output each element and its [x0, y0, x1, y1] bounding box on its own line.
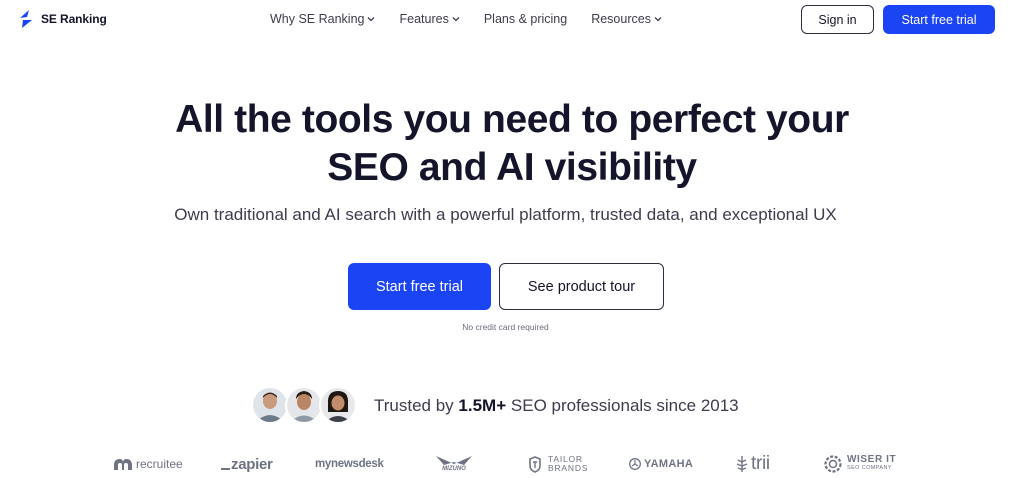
- wiser-gear-brain-icon: [824, 455, 842, 473]
- trusted-count: 1.5M+: [458, 396, 507, 415]
- brand-name: recruitee: [136, 457, 183, 471]
- chevron-down-icon: [654, 17, 662, 22]
- sign-in-button[interactable]: Sign in: [801, 5, 874, 34]
- mizuno-runbird-icon: [436, 456, 472, 465]
- no-credit-card-note: No credit card required: [462, 322, 549, 332]
- trusted-prefix: Trusted by: [374, 396, 454, 415]
- brand-name: trii: [751, 453, 770, 474]
- trusted-by-text: Trusted by 1.5M+ SEO professionals since…: [374, 396, 739, 416]
- nav-resources[interactable]: Resources: [591, 12, 662, 26]
- logo-text: SE Ranking: [41, 12, 107, 26]
- tailor-brands-icon: [529, 455, 541, 473]
- logo-yamaha: YAMAHA: [629, 452, 693, 476]
- nav-label: Features: [399, 12, 449, 26]
- nav-label: Resources: [591, 12, 651, 26]
- logo-icon: [20, 10, 32, 28]
- zapier-underscore-icon: [221, 468, 230, 470]
- brand-name: mynewsdesk: [315, 458, 384, 470]
- wiser-wordmark: WISER IT SEO COMPANY: [847, 455, 896, 473]
- nav-why-se-ranking[interactable]: Why SE Ranking: [270, 12, 375, 26]
- person-avatar-icon: [287, 388, 321, 422]
- product-tour-button[interactable]: See product tour: [499, 263, 664, 310]
- logo-zapier: zapier: [221, 452, 273, 476]
- brand-name: zapier: [231, 455, 273, 473]
- logo-wiser-it: WISER IT SEO COMPANY: [823, 452, 896, 476]
- trusted-suffix: SEO professionals since 2013: [510, 396, 739, 415]
- avatar: [319, 386, 357, 424]
- logo-tailor-brands: TAILOR BRANDS: [527, 452, 588, 476]
- nav-features[interactable]: Features: [399, 12, 460, 26]
- hero-start-trial-button[interactable]: Start free trial: [348, 263, 491, 310]
- header-start-trial-button[interactable]: Start free trial: [883, 5, 995, 34]
- hero-title: All the tools you need to perfect your S…: [0, 96, 1024, 192]
- avatar: [285, 386, 323, 424]
- chevron-down-icon: [368, 17, 375, 22]
- hero-title-line-2: SEO and AI visibility: [327, 146, 697, 189]
- trii-tree-icon: [736, 456, 748, 472]
- brand-name: YAMAHA: [644, 458, 694, 470]
- nav-label: Plans & pricing: [483, 12, 568, 26]
- recruitee-logo-icon: [114, 459, 132, 470]
- site-header: SE Ranking Why SE Ranking Features Plans…: [0, 0, 1024, 40]
- brand-name-bottom: BRANDS: [548, 463, 589, 473]
- brand-name-top: WISER IT: [847, 454, 897, 465]
- chevron-down-icon: [452, 17, 460, 22]
- avatar: [251, 386, 289, 424]
- tailor-brands-wordmark: TAILOR BRANDS: [548, 455, 588, 473]
- avatar-group: [251, 386, 359, 426]
- hero-title-line-1: All the tools you need to perfect your: [175, 98, 849, 141]
- client-logos: recruitee zapier mynewsdesk MIZUNO TAILO…: [0, 452, 1024, 478]
- logo-mizuno: MIZUNO: [434, 452, 474, 476]
- nav-label: Why SE Ranking: [270, 12, 365, 26]
- logo[interactable]: SE Ranking: [17, 9, 107, 29]
- person-avatar-icon: [253, 388, 287, 422]
- logo-recruitee: recruitee: [113, 452, 183, 476]
- hero-subtitle: Own traditional and AI search with a pow…: [174, 205, 837, 224]
- person-avatar-icon: [321, 388, 355, 422]
- brand-name: MIZUNO: [442, 466, 466, 472]
- nav-plans-pricing[interactable]: Plans & pricing: [484, 12, 567, 26]
- yamaha-tuning-forks-icon: [629, 458, 641, 470]
- main-nav: Why SE Ranking Features Plans & pricing …: [270, 12, 686, 26]
- brand-name-bottom: SEO COMPANY: [847, 465, 892, 471]
- logo-trii: trii: [736, 452, 770, 476]
- logo-mynewsdesk: mynewsdesk: [315, 452, 384, 476]
